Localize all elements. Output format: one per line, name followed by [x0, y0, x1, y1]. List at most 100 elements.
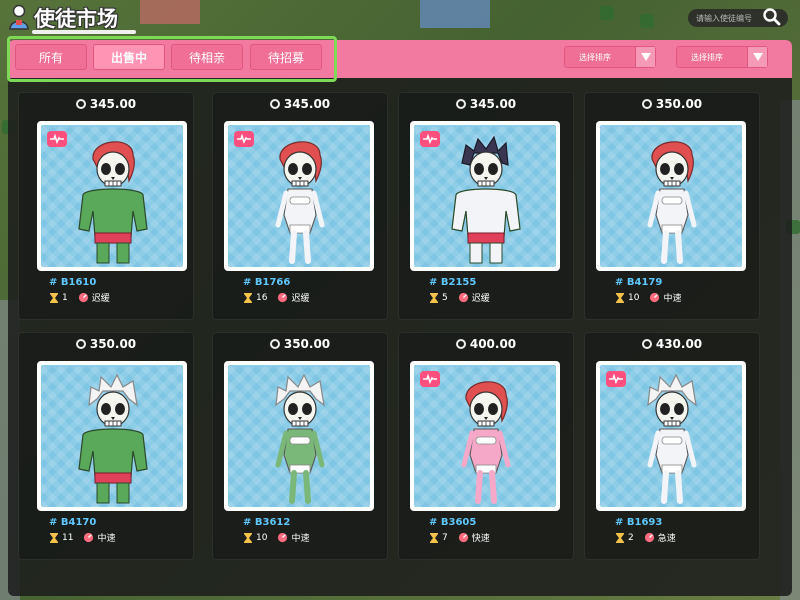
apostle-id: # B3612 [243, 517, 291, 528]
heartbeat-icon [606, 371, 626, 387]
price: 345.00 [213, 97, 387, 111]
price: 350.00 [585, 97, 759, 111]
price-value: 345.00 [89, 97, 137, 111]
apostle-id: # B1693 [615, 517, 663, 528]
apostle-portrait[interactable] [596, 361, 746, 511]
apostle-id: # B2155 [429, 277, 477, 288]
apostle-portrait[interactable] [224, 121, 374, 271]
price-value: 400.00 [469, 337, 517, 351]
count-value: 2 [628, 532, 634, 543]
coin-icon [455, 99, 466, 109]
speed-label: 中速 [97, 534, 116, 544]
coin-icon [75, 339, 86, 349]
chevron-down-icon [635, 47, 655, 67]
price: 345.00 [19, 97, 193, 111]
top-bar: 使徒市场 [0, 0, 800, 36]
apostle-portrait[interactable] [37, 121, 187, 271]
coin-icon [75, 99, 86, 109]
price-value: 345.00 [469, 97, 517, 111]
apostle-card[interactable]: 345.00 # B1766 16 迟缓 [212, 92, 388, 320]
apostle-card[interactable]: 350.00 # B3612 10 中速 [212, 332, 388, 560]
chevron-down-icon [747, 47, 767, 67]
price-value: 430.00 [655, 337, 703, 351]
heartbeat-icon [47, 131, 67, 147]
speedometer-icon [84, 532, 94, 543]
heartbeat-icon [420, 131, 440, 147]
price: 350.00 [19, 337, 193, 351]
heartbeat-icon [420, 371, 440, 387]
price-value: 345.00 [283, 97, 331, 111]
apostle-portrait[interactable] [37, 361, 187, 511]
title-underline [32, 30, 136, 34]
search-icon[interactable] [762, 7, 782, 27]
price-value: 350.00 [655, 97, 703, 111]
apostle-stats: 10 中速 [243, 531, 309, 544]
tab-matchmaking[interactable]: 待相亲 [171, 44, 243, 70]
speedometer-icon [278, 532, 288, 543]
apostle-portrait[interactable] [410, 121, 560, 271]
apostle-card[interactable]: 430.00 # B1693 2 急速 [584, 332, 760, 560]
apostle-stats: 7 快速 [429, 531, 490, 544]
price: 400.00 [399, 337, 573, 351]
speedometer-icon [650, 292, 660, 303]
count-value: 7 [442, 532, 448, 543]
speedometer-icon [458, 292, 468, 303]
hourglass-icon [616, 532, 624, 543]
count-value: 5 [442, 292, 448, 303]
apostle-card[interactable]: 350.00 # B4179 10 中速 [584, 92, 760, 320]
apostle-stats: 10 中速 [615, 291, 681, 304]
hourglass-icon [50, 292, 58, 303]
apostle-id: # B3605 [429, 517, 477, 528]
apostle-id: # B4179 [615, 277, 663, 288]
apostle-portrait[interactable] [596, 121, 746, 271]
sort-label: 选择排序 [691, 52, 723, 62]
speedometer-icon [644, 532, 654, 543]
price-value: 350.00 [89, 337, 137, 351]
count-value: 10 [628, 292, 640, 303]
count-value: 16 [256, 292, 268, 303]
speed-label: 迟缓 [291, 294, 310, 304]
speed-label: 中速 [663, 294, 682, 304]
sort-dropdown-2[interactable]: 选择排序 [676, 46, 768, 68]
apostle-id: # B1610 [49, 277, 97, 288]
tab-on-sale[interactable]: 出售中 [93, 44, 165, 70]
search-input[interactable] [696, 13, 762, 23]
count-value: 11 [62, 532, 74, 543]
hourglass-icon [430, 292, 438, 303]
apostle-card[interactable]: 400.00 # B3605 7 快速 [398, 332, 574, 560]
speed-label: 迟缓 [91, 294, 110, 304]
hourglass-icon [50, 532, 58, 543]
page-title: 使徒市场 [34, 7, 118, 31]
apostle-id: # B1766 [243, 277, 291, 288]
tab-all[interactable]: 所有 [15, 44, 87, 70]
hourglass-icon [244, 292, 252, 303]
coin-icon [455, 339, 466, 349]
price: 350.00 [213, 337, 387, 351]
tab-recruiting[interactable]: 待招募 [250, 44, 322, 70]
coin-icon [641, 99, 652, 109]
speed-label: 迟缓 [471, 294, 490, 304]
heartbeat-icon [234, 131, 254, 147]
speedometer-icon [458, 532, 468, 543]
count-value: 1 [62, 292, 68, 303]
speed-label: 快速 [471, 534, 490, 544]
price: 430.00 [585, 337, 759, 351]
person-icon [9, 4, 29, 30]
coin-icon [269, 339, 280, 349]
apostle-id: # B4170 [49, 517, 97, 528]
speed-label: 急速 [657, 534, 676, 544]
apostle-portrait[interactable] [224, 361, 374, 511]
apostle-card[interactable]: 345.00 # B2155 5 迟缓 [398, 92, 574, 320]
apostle-card[interactable]: 345.00 # B1610 1 迟缓 [18, 92, 194, 320]
hourglass-icon [616, 292, 624, 303]
speed-label: 中速 [291, 534, 310, 544]
sort-dropdown-1[interactable]: 选择排序 [564, 46, 656, 68]
speedometer-icon [78, 292, 88, 303]
price-value: 350.00 [283, 337, 331, 351]
hourglass-icon [244, 532, 252, 543]
apostle-portrait[interactable] [410, 361, 560, 511]
apostle-card[interactable]: 350.00 # B4170 11 中速 [18, 332, 194, 560]
apostle-stats: 1 迟缓 [49, 291, 110, 304]
sort-label: 选择排序 [579, 52, 611, 62]
price: 345.00 [399, 97, 573, 111]
